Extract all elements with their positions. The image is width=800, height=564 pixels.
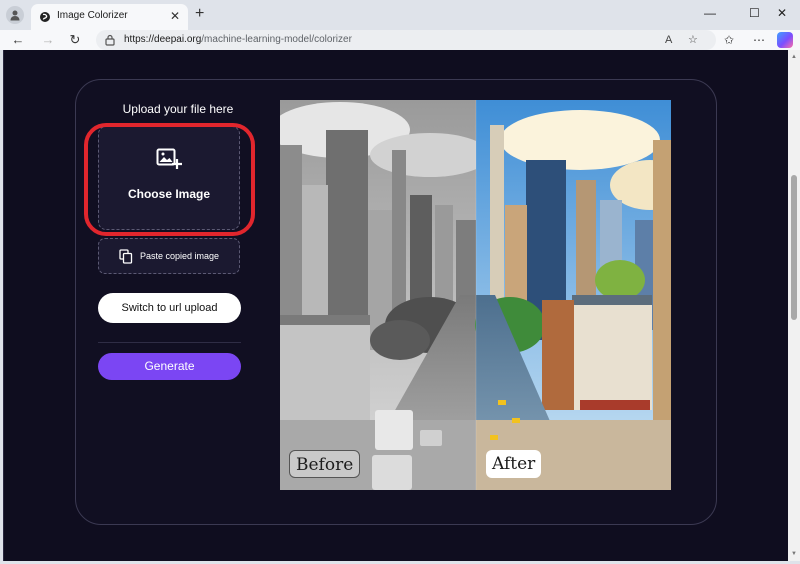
tab-close-icon[interactable]: ✕ [170, 9, 180, 23]
url-text[interactable]: https://deepai.org/machine-learning-mode… [124, 34, 352, 45]
reload-icon[interactable]: ↻ [67, 32, 83, 48]
before-half [280, 100, 490, 490]
maximize-icon[interactable]: ☐ [749, 6, 760, 20]
paste-image-label: Paste copied image [140, 251, 220, 261]
red-highlight-annotation [84, 123, 255, 236]
copilot-icon[interactable] [777, 32, 793, 48]
scrollbar[interactable]: ▲ ▼ [788, 50, 800, 561]
scroll-thumb[interactable] [791, 175, 797, 320]
before-label: Before [289, 450, 361, 478]
tab-strip: Image Colorizer ✕ + — ☐ ✕ [0, 0, 800, 30]
more-menu-icon[interactable]: ⋯ [753, 32, 765, 48]
paste-image-button[interactable]: Paste copied image [98, 238, 240, 274]
window-close-icon[interactable]: ✕ [777, 6, 787, 20]
back-icon[interactable]: ← [10, 32, 26, 48]
page-viewport: Upload your file here Choose Image Paste… [3, 50, 788, 561]
lock-icon [105, 34, 115, 46]
navigation-bar: ← → ↻ https://deepai.org/machine-learnin… [0, 30, 800, 50]
colorizer-panel: Upload your file here Choose Image Paste… [75, 79, 717, 525]
switch-url-upload-button[interactable]: Switch to url upload [98, 293, 241, 323]
minimize-icon[interactable]: — [704, 6, 716, 20]
after-label: After [486, 450, 542, 478]
copy-icon [119, 249, 133, 264]
read-aloud-icon[interactable]: A [665, 33, 672, 47]
favorite-star-icon[interactable]: ☆ [688, 33, 698, 47]
before-after-preview: Before After [280, 100, 671, 490]
divider [98, 342, 241, 343]
scroll-up-icon[interactable]: ▲ [791, 53, 797, 61]
after-half [475, 100, 671, 490]
person-icon [10, 10, 20, 21]
new-tab-icon[interactable]: + [195, 6, 204, 22]
upload-title: Upload your file here [122, 102, 234, 116]
address-bar[interactable]: https://deepai.org/machine-learning-mode… [96, 30, 716, 50]
browser-tab[interactable]: Image Colorizer ✕ [31, 4, 188, 30]
url-host: https://deepai.org [124, 34, 202, 45]
favorites-icon[interactable]: ✩ [724, 32, 734, 48]
profile-avatar[interactable] [6, 6, 24, 24]
url-path: /machine-learning-model/colorizer [201, 34, 352, 45]
generate-button[interactable]: Generate [98, 353, 241, 380]
forward-icon[interactable]: → [40, 32, 56, 48]
scroll-down-icon[interactable]: ▼ [791, 550, 797, 558]
deepai-favicon-icon [40, 12, 50, 22]
city-illustration [280, 100, 671, 490]
tab-title: Image Colorizer [57, 10, 128, 21]
